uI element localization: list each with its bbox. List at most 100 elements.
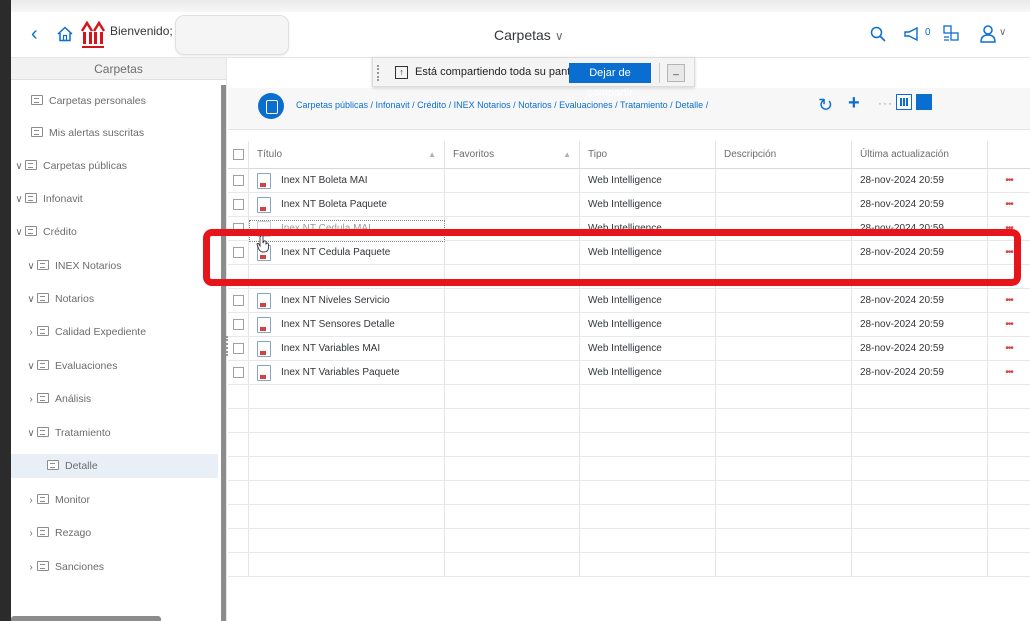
table-row[interactable]: Inex NT Boleta MAI Web Intelligence 28-nov…	[228, 169, 1030, 193]
sidebar-item-credito[interactable]: ∨ Crédito	[11, 220, 218, 244]
more-icon[interactable]: ···	[878, 96, 893, 110]
sidebar-item-rezago[interactable]: › Rezago	[11, 521, 218, 545]
minimize-button[interactable]: _	[667, 64, 685, 82]
column-header-title[interactable]: Título ▲	[248, 141, 444, 168]
table-row[interactable]: Inex NT Variables Paquete Web Intelligenc…	[228, 361, 1030, 385]
more-actions-icon[interactable]: •••	[1005, 295, 1013, 306]
row-checkbox[interactable]	[233, 295, 244, 306]
title-cell[interactable]: Inex NT Sensores Detalle	[248, 313, 444, 336]
table-row[interactable]: Inex NT Boleta Paquete Web Intelligence 28…	[228, 193, 1030, 217]
row-checkbox[interactable]	[233, 319, 244, 330]
list-view-icon[interactable]	[916, 94, 932, 110]
sidebar-item-monitor[interactable]: › Monitor	[11, 488, 218, 512]
refresh-icon[interactable]: ↻	[818, 95, 833, 116]
actions-cell[interactable]: •••	[987, 361, 1030, 384]
document-title[interactable]: Inex NT Boleta Paquete	[281, 199, 387, 210]
home-icon[interactable]	[56, 25, 74, 43]
sort-icon[interactable]: ▲	[428, 150, 436, 159]
more-actions-icon[interactable]: •••	[1005, 175, 1013, 186]
favorites-cell[interactable]	[444, 313, 579, 336]
row-checkbox[interactable]	[233, 367, 244, 378]
title-cell[interactable]: Inex NT Boleta Paquete	[248, 193, 444, 216]
favorites-cell[interactable]	[444, 337, 579, 360]
table-row[interactable]: Inex NT Niveles Servicio Web Intelligence…	[228, 289, 1030, 313]
actions-cell[interactable]: •••	[987, 289, 1030, 312]
drag-handle[interactable]	[377, 65, 381, 81]
favorites-cell[interactable]	[444, 361, 579, 384]
row-select-cell	[228, 361, 248, 384]
shell-title: Carpetas	[494, 27, 551, 43]
document-title[interactable]: Inex NT Variables Paquete	[281, 367, 400, 378]
sidebar-item-carpetas-personales[interactable]: Carpetas personales	[11, 89, 218, 113]
document-title[interactable]: Inex NT Niveles Servicio	[281, 295, 390, 306]
title-cell[interactable]: Inex NT Variables Paquete	[248, 361, 444, 384]
stop-sharing-button[interactable]: Dejar de compartir	[569, 63, 651, 99]
back-icon[interactable]: ‹	[31, 24, 47, 44]
more-actions-icon[interactable]: •••	[1005, 319, 1013, 330]
actions-cell[interactable]: •••	[987, 337, 1030, 360]
chevron-right-icon[interactable]: ›	[25, 556, 37, 580]
chevron-right-icon[interactable]: ›	[25, 388, 37, 412]
title-cell[interactable]: Inex NT Niveles Servicio	[248, 289, 444, 312]
sidebar-item-notarios[interactable]: ∨ Notarios	[11, 287, 218, 311]
chevron-down-icon[interactable]: ∨	[13, 221, 25, 245]
folder-icon	[37, 260, 49, 270]
sidebar-item-inex-notarios[interactable]: ∨ INEX Notarios	[11, 254, 218, 278]
shell-title-menu[interactable]: Carpetas ∨	[494, 27, 564, 43]
column-header-favorites[interactable]: Favoritos ▲	[444, 141, 579, 168]
row-checkbox[interactable]	[233, 343, 244, 354]
table-row[interactable]: Inex NT Sensores Detalle Web Intelligence…	[228, 313, 1030, 337]
apps-icon[interactable]	[941, 24, 961, 44]
chevron-down-icon[interactable]: ∨	[13, 155, 25, 179]
chevron-right-icon[interactable]: ›	[25, 489, 37, 513]
sidebar-item-label: Carpetas personales	[49, 95, 146, 107]
add-icon[interactable]: +	[848, 92, 860, 115]
column-header-description[interactable]: Descripción	[715, 141, 851, 168]
chevron-right-icon[interactable]: ›	[25, 321, 37, 345]
empty-cell	[444, 529, 579, 552]
actions-cell[interactable]: •••	[987, 193, 1030, 216]
title-cell[interactable]: Inex NT Variables MAI	[248, 337, 444, 360]
bottom-scroll-thumb[interactable]	[11, 616, 161, 621]
row-checkbox[interactable]	[233, 199, 244, 210]
sidebar-item-sanciones[interactable]: › Sanciones	[11, 555, 218, 579]
column-header-type[interactable]: Tipo	[579, 141, 715, 168]
more-actions-icon[interactable]: •••	[1005, 343, 1013, 354]
sidebar-item-detalle[interactable]: Detalle	[11, 454, 218, 478]
document-title[interactable]: Inex NT Boleta MAI	[281, 175, 368, 186]
sidebar-item-tratamiento[interactable]: ∨ Tratamiento	[11, 421, 218, 445]
sidebar-item-carpetas-publicas[interactable]: ∨ Carpetas públicas	[11, 154, 218, 178]
more-actions-icon[interactable]: •••	[1005, 367, 1013, 378]
chevron-down-icon[interactable]: ∨	[25, 255, 37, 279]
row-checkbox[interactable]	[233, 175, 244, 186]
chevron-down-icon[interactable]: ∨	[999, 27, 1006, 38]
column-header-updated[interactable]: Última actualización	[851, 141, 987, 168]
user-icon[interactable]	[979, 24, 997, 44]
grid-view-icon[interactable]	[896, 94, 912, 110]
chevron-down-icon[interactable]: ∨	[25, 422, 37, 446]
actions-cell[interactable]: •••	[987, 169, 1030, 192]
title-cell[interactable]: Inex NT Boleta MAI	[248, 169, 444, 192]
document-title[interactable]: Inex NT Sensores Detalle	[281, 319, 395, 330]
chevron-right-icon[interactable]: ›	[25, 522, 37, 546]
select-all-checkbox[interactable]	[233, 149, 244, 160]
chevron-down-icon[interactable]: ∨	[25, 288, 37, 312]
favorites-cell[interactable]	[444, 169, 579, 192]
search-icon[interactable]	[869, 25, 887, 43]
sidebar-item-calidad-expediente[interactable]: › Calidad Expediente	[11, 320, 218, 344]
favorites-cell[interactable]	[444, 289, 579, 312]
sidebar-item-evaluaciones[interactable]: ∨ Evaluaciones	[11, 354, 218, 378]
chevron-down-icon[interactable]: ∨	[25, 355, 37, 379]
sidebar-item-mis-alertas[interactable]: Mis alertas suscritas	[11, 121, 218, 145]
chevron-down-icon[interactable]: ∨	[13, 188, 25, 212]
document-title[interactable]: Inex NT Variables MAI	[281, 343, 380, 354]
sort-icon[interactable]: ▲	[563, 150, 571, 159]
sidebar-item-infonavit[interactable]: ∨ Infonavit	[11, 187, 218, 211]
breadcrumb[interactable]: Carpetas públicas / Infonavit / Crédito …	[296, 100, 708, 110]
sidebar-item-analisis[interactable]: › Análisis	[11, 387, 218, 411]
megaphone-icon[interactable]	[903, 25, 921, 43]
table-row[interactable]: Inex NT Variables MAI Web Intelligence 28-…	[228, 337, 1030, 361]
actions-cell[interactable]: •••	[987, 313, 1030, 336]
favorites-cell[interactable]	[444, 193, 579, 216]
more-actions-icon[interactable]: •••	[1005, 199, 1013, 210]
